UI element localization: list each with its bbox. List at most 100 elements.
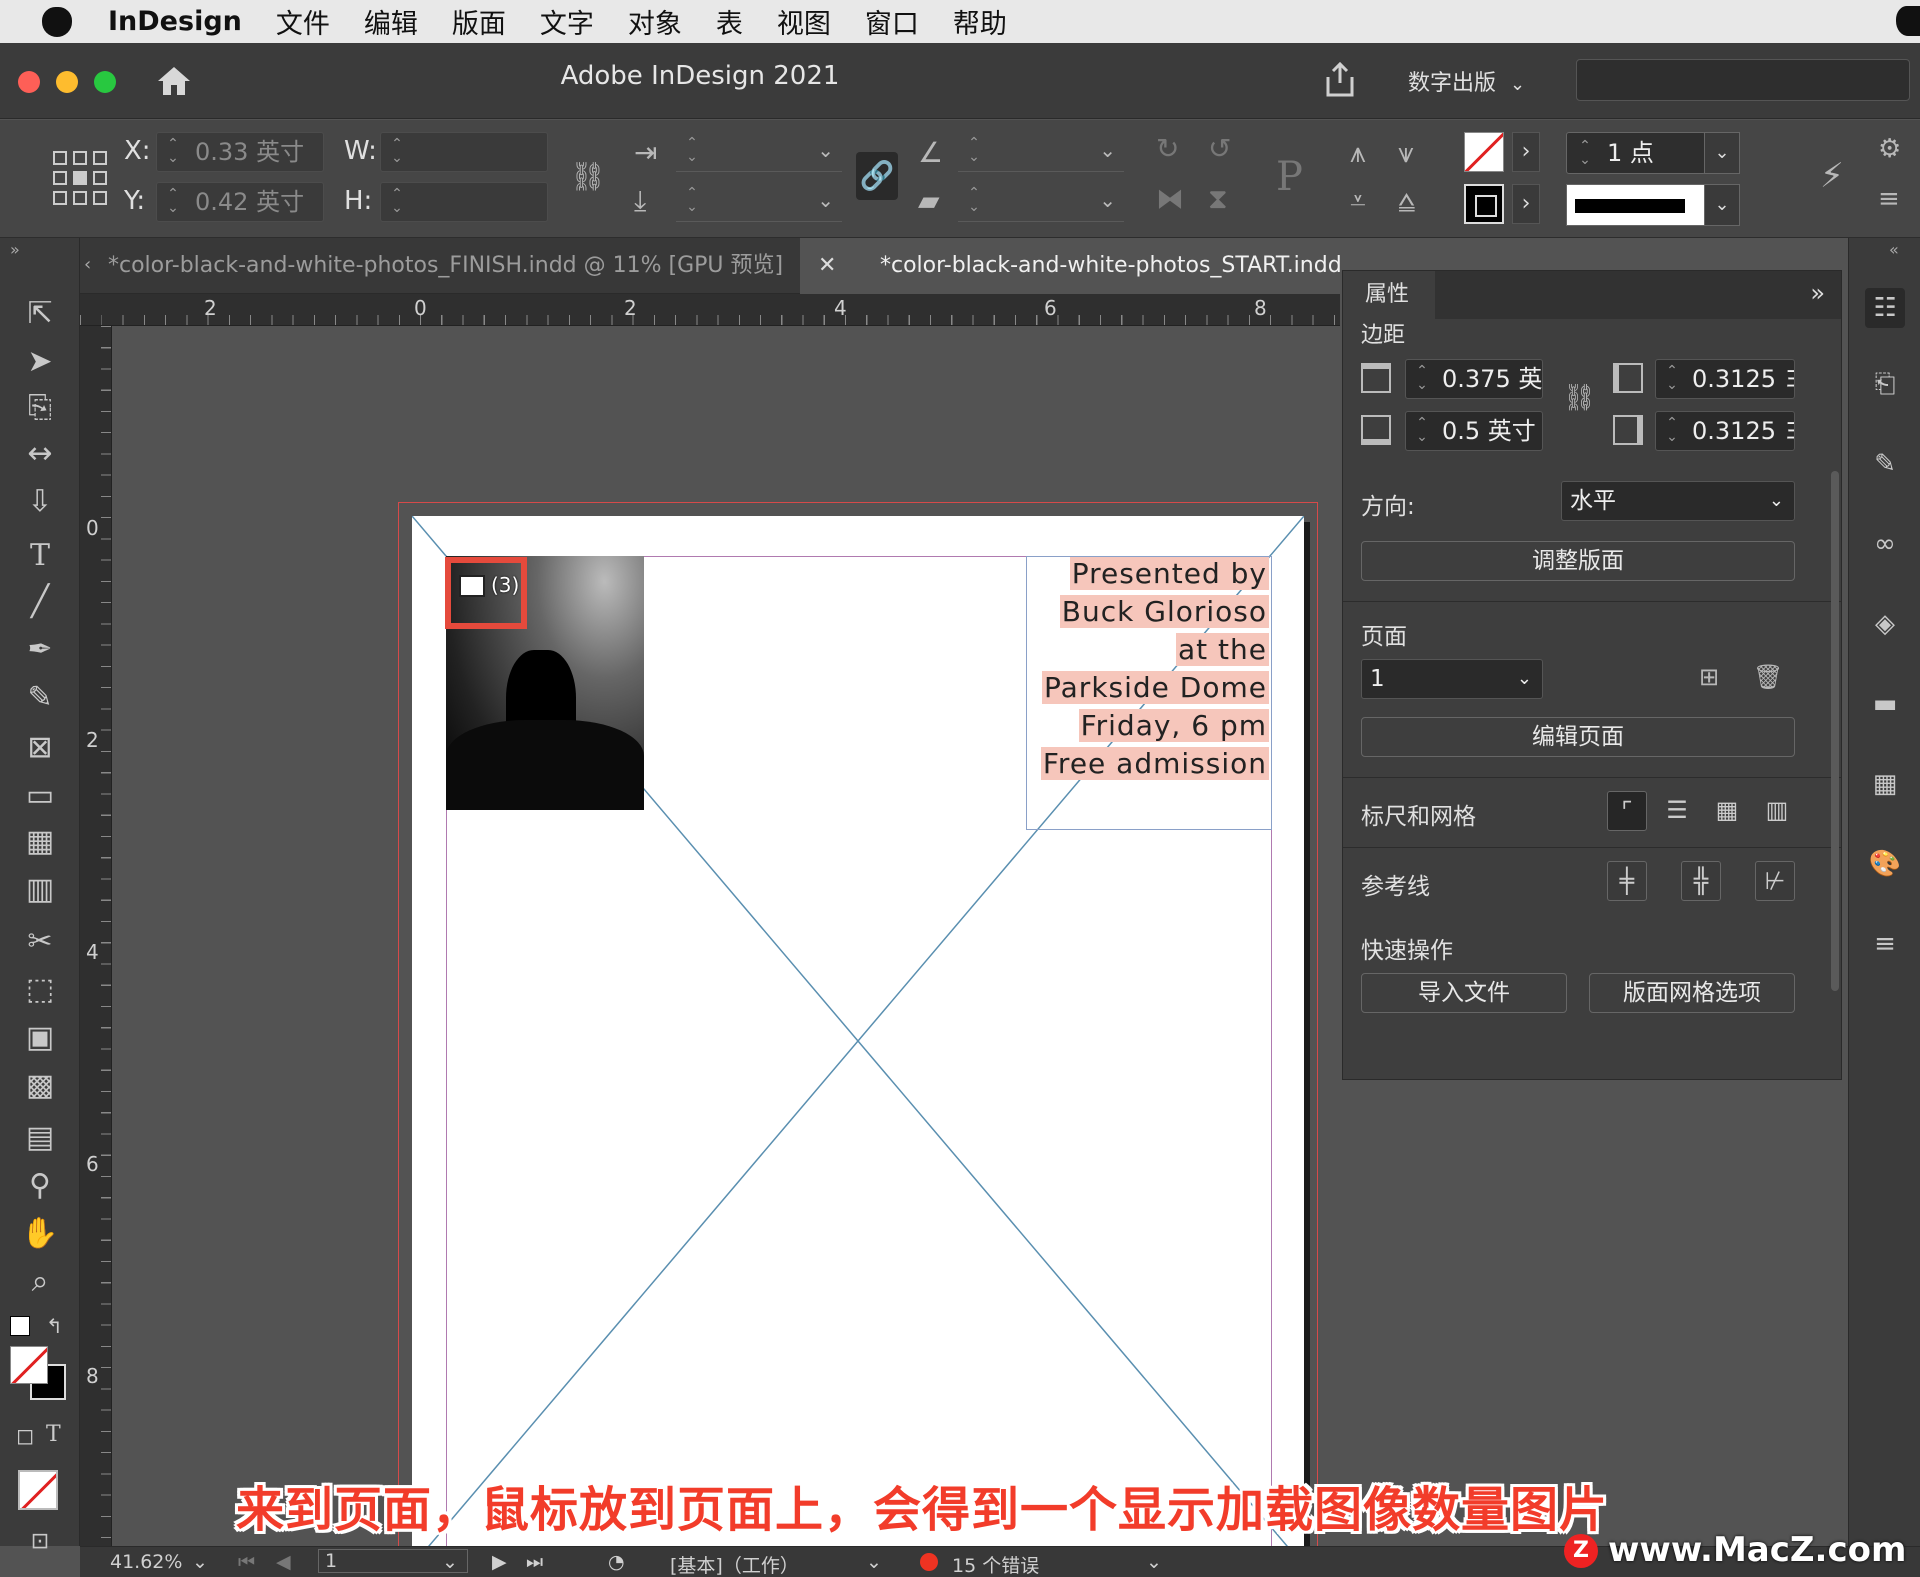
panel-collapse-icon[interactable]: » [1810, 279, 1825, 307]
page-select[interactable]: 1 ⌄ [1361, 659, 1543, 699]
paragraph-p-icon[interactable]: P [1276, 154, 1303, 200]
rotation-dropdown[interactable]: ⌃ ⌄ ⌄ [958, 132, 1124, 172]
formatting-container-icon[interactable]: ◻ [16, 1424, 34, 1449]
type-tool-icon[interactable]: T [20, 536, 60, 576]
y-field[interactable]: ⌃ ⌄ 0.42 英寸 [156, 182, 324, 222]
layers-panel-icon[interactable]: ◈ [1865, 604, 1905, 644]
select-container-icon[interactable]: ⩚ [1350, 136, 1366, 170]
menu-file[interactable]: 文件 [276, 2, 330, 41]
stepper-icon[interactable]: ⌃ ⌄ [389, 137, 405, 167]
stepper-icon[interactable]: ⌃ ⌄ [684, 136, 700, 166]
stroke-type-field[interactable] [1566, 184, 1706, 226]
margin-bottom-field[interactable]: ⌃ ⌄ 0.5 英寸 [1405, 411, 1543, 451]
gradient-swatch-tool-icon[interactable]: ▣ [20, 1018, 60, 1058]
smart-guides-icon[interactable]: ⊬ [1755, 861, 1795, 901]
first-page-icon[interactable]: ⏮ [238, 1551, 255, 1573]
close-icon[interactable]: ✕ [818, 238, 836, 294]
stroke-type-dropdown[interactable]: ⌄ [1704, 184, 1740, 226]
table-tool-icon[interactable]: ▦ [20, 822, 60, 862]
chevron-down-icon[interactable]: ⌄ [866, 1551, 882, 1573]
trash-icon[interactable]: 🗑 [1753, 663, 1783, 691]
tab-start-doc[interactable]: ✕ *color-black-and-white-photos_START.ind… [800, 238, 1340, 294]
search-input[interactable] [1576, 59, 1910, 101]
color-panel-icon[interactable]: 🎨 [1865, 844, 1905, 884]
preflight-profile[interactable]: [基本]（工作） [670, 1551, 799, 1577]
stroke-swatch[interactable] [1464, 132, 1504, 172]
next-page-icon[interactable]: ▶ [492, 1551, 507, 1573]
layout-grid-icon[interactable]: ▥ [1757, 791, 1797, 831]
tab-finish-doc[interactable]: *color-black-and-white-photos_FINISH.ind… [108, 238, 798, 294]
shear-dropdown[interactable]: ⌃ ⌄ ⌄ [958, 182, 1124, 222]
x-field[interactable]: ⌃ ⌄ 0.33 英寸 [156, 132, 324, 172]
rectangle-tool-icon[interactable]: ▭ [20, 776, 60, 816]
swap-colors-icon[interactable]: ↰ [46, 1314, 63, 1338]
fill-swatch-arrow-icon[interactable]: › [1512, 184, 1540, 224]
last-page-icon[interactable]: ⏭ [526, 1551, 543, 1573]
chevron-down-icon[interactable]: ⌄ [1146, 1551, 1162, 1573]
menu-help[interactable]: 帮助 [953, 2, 1007, 41]
menu-window[interactable]: 窗口 [865, 2, 919, 41]
pen-tool-icon[interactable]: ✒ [20, 630, 60, 670]
ruler-toggle-icon[interactable]: ⌜ [1607, 791, 1647, 831]
cc-libraries-icon[interactable]: ✎ [1865, 444, 1905, 484]
add-page-icon[interactable]: ⊞ [1699, 663, 1719, 691]
constrain-proportions-icon[interactable]: ⛓ [570, 160, 606, 193]
menu-object[interactable]: 对象 [628, 2, 682, 41]
show-guides-icon[interactable]: ╪ [1607, 861, 1647, 901]
w-field[interactable]: ⌃ ⌄ [380, 132, 548, 172]
line-tool-icon[interactable]: ╱ [20, 582, 60, 622]
stepper-icon[interactable]: ⌃ ⌄ [966, 186, 982, 216]
stepper-icon[interactable]: ⌃ ⌄ [1664, 364, 1680, 394]
stepper-icon[interactable]: ⌃ ⌄ [165, 137, 181, 167]
note-tool-icon[interactable]: ▤ [20, 1118, 60, 1158]
horizontal-ruler[interactable]: 2 0 2 4 6 8 [80, 294, 1340, 326]
screen-mode-icon[interactable]: ⊡ [20, 1522, 60, 1562]
vertical-ruler[interactable]: 0 2 4 6 8 [80, 326, 112, 1546]
margin-top-field[interactable]: ⌃ ⌄ 0.375 英 [1405, 359, 1543, 399]
pages-panel-icon[interactable]: ⎗ [1865, 364, 1905, 404]
grid-tool-icon[interactable]: ▥ [20, 870, 60, 910]
select-next-icon[interactable]: ⩠ [1398, 184, 1415, 218]
properties-panel-icon[interactable]: ☷ [1865, 288, 1905, 328]
zoom-tool-icon[interactable]: ⌕ [20, 1262, 60, 1302]
stepper-icon[interactable]: ⌃ ⌄ [389, 187, 405, 217]
stroke-panel-icon[interactable]: ≡ [1865, 924, 1905, 964]
creative-cloud-icon[interactable] [1896, 6, 1920, 36]
menu-type[interactable]: 文字 [540, 2, 594, 41]
eyedropper-tool-icon[interactable]: ⚲ [20, 1166, 60, 1206]
formatting-text-icon[interactable]: T [46, 1422, 61, 1447]
apply-none-icon[interactable] [18, 1470, 58, 1510]
zoom-level[interactable]: 41.62% [110, 1551, 182, 1573]
page-tool-icon[interactable]: ⎘ [20, 388, 60, 428]
scale-x-dropdown[interactable]: ⌃ ⌄ ⌄ [676, 132, 842, 172]
swatches-panel-icon[interactable]: ▦ [1865, 764, 1905, 804]
pasteboard[interactable]: Presented by Buck Glorioso at the Parksi… [112, 326, 1340, 1546]
stroke-swatch-arrow-icon[interactable]: › [1512, 132, 1540, 172]
stepper-icon[interactable]: ⌃ ⌄ [1414, 416, 1430, 446]
selection-tool-icon[interactable]: ⇱ [20, 294, 60, 334]
free-transform-tool-icon[interactable]: ⬚ [20, 970, 60, 1010]
flip-horizontal-icon[interactable]: ⧓ [1156, 182, 1184, 215]
stepper-icon[interactable]: ⌃ ⌄ [1414, 364, 1430, 394]
menu-table[interactable]: 表 [716, 2, 743, 41]
error-count[interactable]: 15 个错误 [952, 1551, 1039, 1577]
rotate-ccw-icon[interactable]: ↺ [1208, 132, 1231, 165]
stepper-icon[interactable]: ⌃ ⌄ [165, 187, 181, 217]
direct-selection-tool-icon[interactable]: ➤ [20, 342, 60, 382]
apple-icon[interactable] [42, 6, 72, 37]
scale-y-dropdown[interactable]: ⌃ ⌄ ⌄ [676, 182, 842, 222]
panel-menu-icon[interactable]: ≡ [1878, 184, 1900, 214]
link-margins-icon[interactable]: ⛓ [1563, 383, 1596, 413]
preflight-icon[interactable]: ◔ [608, 1551, 625, 1573]
menu-layout[interactable]: 版面 [452, 2, 506, 41]
tab-properties[interactable]: 属性 [1343, 271, 1435, 319]
tab-scroll-left-icon[interactable]: ‹ [84, 254, 91, 275]
stroke-weight-field[interactable]: ⌃ ⌄ 1 点 [1566, 132, 1706, 174]
chevron-down-icon[interactable]: ⌄ [442, 1551, 458, 1573]
fill-color-icon[interactable] [10, 1346, 48, 1384]
previous-page-icon[interactable]: ◀ [276, 1551, 291, 1573]
default-colors-icon[interactable] [10, 1316, 30, 1336]
import-file-button[interactable]: 导入文件 [1361, 973, 1567, 1013]
pencil-tool-icon[interactable]: ✎ [20, 678, 60, 718]
gradient-feather-tool-icon[interactable]: ▩ [20, 1066, 60, 1106]
